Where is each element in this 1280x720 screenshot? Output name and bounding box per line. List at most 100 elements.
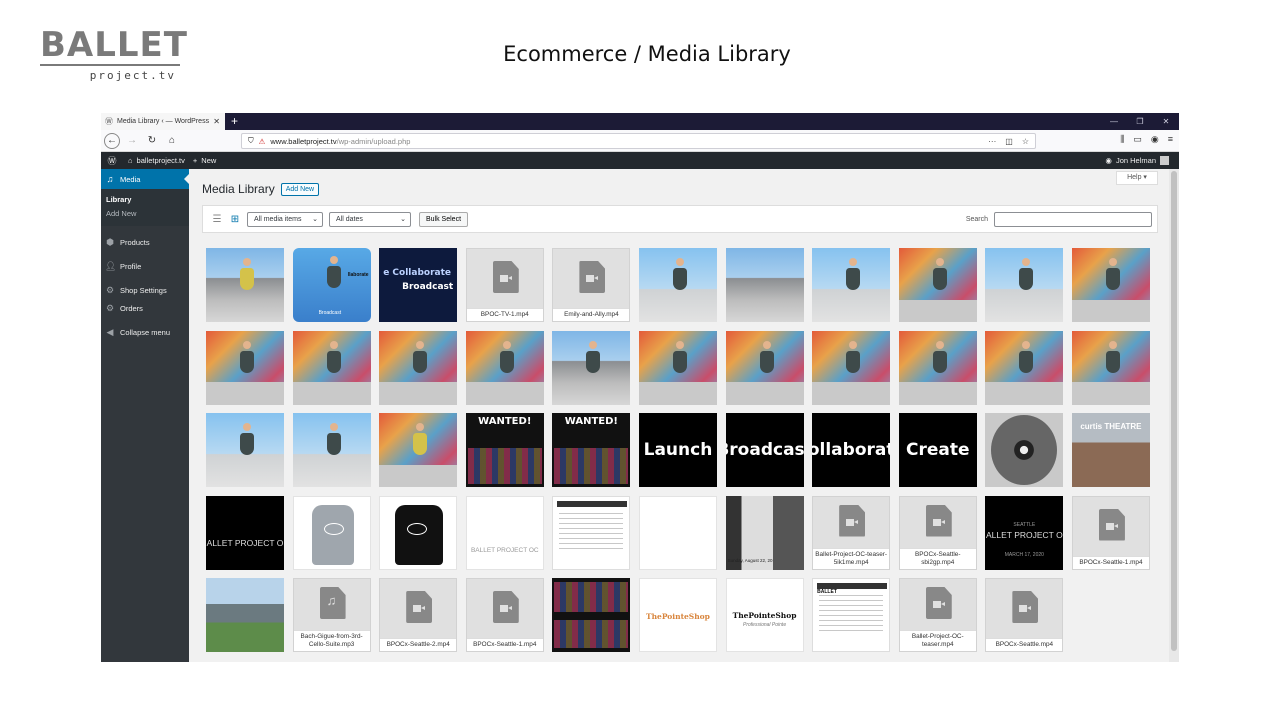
list-view-icon[interactable]: ☰ [211, 214, 223, 225]
media-thumbnail[interactable] [292, 495, 371, 570]
media-thumbnail[interactable] [1071, 248, 1150, 322]
minimize-icon[interactable]: — [1101, 113, 1127, 130]
media-thumbnail[interactable]: BPOCx-Seattle-1.mp4 [465, 578, 544, 652]
search-input[interactable] [994, 211, 1152, 227]
media-thumbnail[interactable]: ThePointeShop [638, 578, 717, 652]
media-thumbnail[interactable] [725, 248, 804, 322]
media-thumbnail[interactable] [898, 330, 977, 405]
media-thumbnail[interactable] [1071, 330, 1150, 405]
sidebar-item-label: Orders [120, 303, 143, 313]
bulk-select-button[interactable]: Bulk Select [419, 211, 469, 227]
media-thumbnail[interactable]: WANTED! [552, 413, 631, 487]
media-thumbnail[interactable]: curtis THEATRE [1071, 413, 1150, 487]
media-thumbnail[interactable] [812, 248, 891, 322]
media-thumbnail[interactable]: ThePointeShop Professional Pointe [725, 578, 804, 652]
media-thumbnail[interactable] [552, 578, 631, 652]
media-thumbnail[interactable]: WANTED! [465, 413, 544, 487]
sidebar-item-library[interactable]: Library [106, 193, 189, 207]
media-thumbnail[interactable]: Emily-and-Ally.mp4 [552, 248, 631, 322]
media-thumbnail[interactable] [206, 578, 284, 652]
media-thumbnail[interactable]: Ballet-Project-OC-teaser.mp4 [898, 578, 977, 652]
account-icon[interactable]: ◉ [1151, 134, 1159, 145]
media-thumbnail[interactable]: BALLET [812, 578, 891, 652]
media-type-filter[interactable]: All media items ⌄ [247, 211, 323, 227]
new-tab-button[interactable]: + [231, 113, 238, 129]
media-thumbnail[interactable] [638, 495, 717, 570]
media-thumbnail[interactable]: Broadcast [725, 413, 804, 487]
media-thumbnail[interactable]: ollaborat [812, 413, 891, 487]
scrollbar-thumb[interactable] [1171, 171, 1177, 651]
media-thumbnail[interactable] [812, 330, 891, 405]
media-thumbnail[interactable] [638, 330, 717, 405]
home-icon[interactable]: ⌂ [164, 133, 180, 149]
media-thumbnail[interactable] [292, 413, 371, 487]
add-new-button[interactable]: Add New [280, 182, 320, 196]
back-icon[interactable]: ← [104, 132, 120, 149]
shield-icon[interactable]: ⛉ [248, 136, 254, 146]
media-thumbnail[interactable] [206, 330, 284, 405]
media-thumbnail[interactable] [985, 413, 1064, 487]
pocket-icon[interactable]: ◫ [1005, 137, 1013, 146]
date-filter-value: All dates [336, 215, 363, 223]
reload-icon[interactable]: ↻ [144, 133, 160, 149]
date-filter[interactable]: All dates ⌄ [329, 211, 411, 227]
video-file-icon [406, 591, 433, 623]
collapse-menu-button[interactable]: ◀ Collapse menu [101, 322, 189, 342]
media-thumbnail[interactable] [379, 495, 458, 570]
media-thumbnail[interactable]: BALLET PROJECT OC [465, 495, 544, 570]
media-thumbnail[interactable] [985, 330, 1064, 405]
page-title: Media Library [202, 182, 275, 196]
close-tab-icon[interactable]: ✕ [213, 117, 220, 126]
wordpress-logo-icon[interactable]: Ⓦ [104, 154, 120, 167]
media-thumbnail[interactable] [725, 330, 804, 405]
forward-icon[interactable]: → [124, 133, 140, 149]
media-thumbnail[interactable] [638, 248, 717, 322]
lock-warning-icon[interactable]: ⚠ [259, 137, 266, 146]
close-window-icon[interactable]: ✕ [1153, 113, 1179, 130]
media-thumbnail[interactable] [898, 248, 977, 322]
sidebar-item-orders[interactable]: ⚙ Orders [101, 298, 189, 318]
media-thumbnail[interactable]: Launch [638, 413, 717, 487]
sidebar-item-profile[interactable]: 👤︎ Profile [101, 256, 189, 276]
page-scrollbar[interactable] [1169, 169, 1179, 662]
media-thumbnail[interactable]: BPOCx-Seattle.mp4 [985, 578, 1064, 652]
media-thumbnail[interactable] [292, 330, 371, 405]
media-thumbnail[interactable] [552, 330, 631, 405]
sidebar-item-media[interactable]: ♫ Media [101, 169, 189, 189]
sidebar-item-add-new[interactable]: Add New [106, 207, 189, 221]
media-thumbnail[interactable] [379, 330, 458, 405]
media-thumbnail[interactable]: BPOCx-Seattle-2.mp4 [379, 578, 458, 652]
media-thumbnail[interactable]: Ballet-Project-OC-teaser-5ik1me.mp4 [812, 495, 891, 570]
restore-icon[interactable]: ❐ [1127, 113, 1153, 130]
help-button[interactable]: Help ▾ [1116, 171, 1158, 185]
user-menu[interactable]: ◉ Jon Helman [1105, 156, 1169, 165]
media-thumbnail[interactable]: Sunday, August 22, 20 [725, 495, 804, 570]
sidebar-item-products[interactable]: ⬢ Products [101, 232, 189, 252]
media-thumbnail[interactable]: llaborate Broadcast [292, 248, 371, 322]
sidebar-icon[interactable]: ▭ [1133, 134, 1142, 145]
page-actions-icon[interactable]: ··· [988, 137, 996, 146]
media-thumbnail[interactable]: ♫ Bach-Gigue-from-3rd-Cello-Suite.mp3 [292, 578, 371, 652]
media-thumbnail[interactable] [465, 330, 544, 405]
media-thumbnail[interactable]: BPOCx-Seattle-1.mp4 [1071, 495, 1150, 570]
media-thumbnail[interactable] [552, 495, 631, 570]
tab-media-library[interactable]: Ⓦ Media Library ‹ — WordPress ✕ [101, 113, 225, 130]
media-thumbnail[interactable] [206, 413, 284, 487]
sidebar-item-shop-settings[interactable]: ⚙ Shop Settings [101, 280, 189, 300]
media-thumbnail[interactable]: SEATTLE ALLET PROJECT O MARCH 17, 2020 [985, 495, 1064, 570]
menu-icon[interactable]: ≡ [1168, 134, 1173, 145]
new-content-link[interactable]: + New [193, 156, 216, 165]
bookmark-star-icon[interactable]: ☆ [1022, 137, 1029, 146]
media-thumbnail[interactable]: BPOC-TV-1.mp4 [465, 248, 544, 322]
url-bar[interactable]: ⛉ ⚠ www.balletproject.tv/wp-admin/upload… [241, 133, 1036, 149]
grid-view-icon[interactable]: ⊞ [229, 214, 241, 225]
site-name-link[interactable]: ⌂ balletproject.tv [128, 156, 185, 165]
media-thumbnail[interactable] [206, 248, 284, 322]
media-thumbnail[interactable]: Create [898, 413, 977, 487]
media-thumbnail[interactable]: BPOCx-Seattle-sbi2gp.mp4 [898, 495, 977, 570]
media-thumbnail[interactable] [985, 248, 1064, 322]
library-icon[interactable]: ⫼ [1120, 134, 1124, 145]
media-thumbnail[interactable]: ALLET PROJECT O [206, 495, 284, 570]
media-thumbnail[interactable]: e Collaborate Broadcast [379, 248, 458, 322]
media-thumbnail[interactable] [379, 413, 458, 487]
